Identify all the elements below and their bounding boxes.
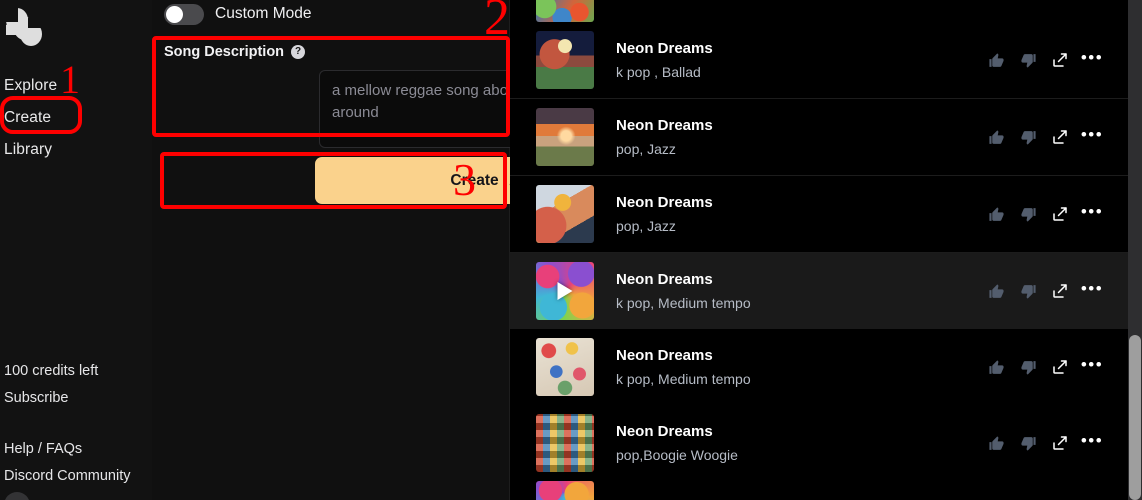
share-icon[interactable] — [1044, 123, 1076, 151]
song-thumbnail[interactable] — [536, 262, 594, 320]
thumbs-up-icon[interactable] — [980, 46, 1012, 74]
more-options-icon[interactable]: ••• — [1076, 123, 1108, 151]
song-title: Neon Dreams — [616, 270, 713, 288]
create-button-label: Create — [450, 171, 499, 189]
row-actions: ••• — [980, 46, 1108, 74]
subscribe-link[interactable]: Subscribe — [0, 385, 152, 412]
song-thumbnail — [536, 481, 594, 500]
thumbs-up-icon[interactable] — [980, 200, 1012, 228]
share-icon[interactable] — [1044, 353, 1076, 381]
thumbs-down-icon[interactable] — [1012, 123, 1044, 151]
share-icon[interactable] — [1044, 429, 1076, 457]
song-title: Neon Dreams — [616, 116, 713, 134]
left-sidebar: Explore Create Library 100 credits left … — [0, 0, 152, 500]
avatar[interactable] — [4, 492, 30, 500]
song-subtitle: pop, Jazz — [616, 140, 676, 157]
share-icon[interactable] — [1044, 277, 1076, 305]
more-options-icon[interactable]: ••• — [1076, 429, 1108, 457]
song-thumbnail[interactable] — [536, 185, 594, 243]
thumbs-down-icon[interactable] — [1012, 353, 1044, 381]
song-info: Neon Dreams pop,Boogie Woogie — [616, 422, 980, 465]
table-row[interactable]: Neon Dreams k pop , Ballad ••• — [510, 22, 1142, 98]
sidebar-item-create[interactable]: Create — [0, 102, 152, 134]
song-subtitle: k pop, Medium tempo — [616, 294, 751, 311]
song-subtitle: pop, Jazz — [616, 217, 676, 234]
custom-mode-label: Custom Mode — [215, 5, 312, 22]
thumbs-down-icon[interactable] — [1012, 429, 1044, 457]
song-description-label: Song Description — [164, 44, 285, 60]
table-row[interactable]: Neon Dreams k pop, Medium tempo ••• — [510, 329, 1142, 405]
row-actions: ••• — [980, 123, 1108, 151]
song-subtitle: pop,Boogie Woogie — [616, 446, 738, 463]
row-actions: ••• — [980, 353, 1108, 381]
table-row[interactable]: Neon Dreams pop, Jazz ••• — [510, 99, 1142, 175]
song-title: Neon Dreams — [616, 39, 713, 57]
list-item-partial-bottom[interactable] — [510, 481, 1142, 500]
help-circle-icon[interactable]: ? — [291, 45, 306, 59]
song-info: Neon Dreams k pop , Ballad — [616, 39, 980, 82]
discord-community-link[interactable]: Discord Community — [0, 463, 152, 490]
sidebar-item-explore[interactable]: Explore — [0, 70, 152, 102]
table-row[interactable]: Neon Dreams pop,Boogie Woogie ••• — [510, 405, 1142, 481]
song-info: Neon Dreams k pop, Medium tempo — [616, 270, 980, 313]
suno-logo[interactable] — [4, 6, 44, 48]
more-options-icon[interactable]: ••• — [1076, 46, 1108, 74]
song-thumbnail[interactable] — [536, 31, 594, 89]
create-panel: Custom Mode Song Description ? Create ♫ — [152, 0, 655, 500]
custom-mode-toggle[interactable] — [164, 3, 204, 25]
thumbs-down-icon[interactable] — [1012, 277, 1044, 305]
row-actions: ••• — [980, 429, 1108, 457]
list-item-partial-top[interactable] — [510, 0, 1142, 22]
toggle-knob — [166, 5, 183, 23]
song-info: Neon Dreams pop, Jazz — [616, 193, 980, 236]
thumbs-up-icon[interactable] — [980, 277, 1012, 305]
thumbs-up-icon[interactable] — [980, 123, 1012, 151]
sidebar-item-library[interactable]: Library — [0, 134, 152, 166]
song-thumbnail[interactable] — [536, 108, 594, 166]
song-thumbnail[interactable] — [536, 414, 594, 472]
song-list[interactable]: Neon Dreams k pop , Ballad ••• Neon Drea… — [510, 0, 1142, 500]
song-info: Neon Dreams pop, Jazz — [616, 116, 980, 159]
table-row[interactable]: Neon Dreams pop, Jazz ••• — [510, 176, 1142, 252]
help-faqs-link[interactable]: Help / FAQs — [0, 436, 152, 463]
song-thumbnail — [536, 0, 594, 22]
thumbs-down-icon[interactable] — [1012, 200, 1044, 228]
play-icon[interactable] — [557, 282, 573, 300]
table-row[interactable]: Neon Dreams k pop, Medium tempo ••• — [510, 253, 1142, 329]
row-actions: ••• — [980, 277, 1108, 305]
more-options-icon[interactable]: ••• — [1076, 200, 1108, 228]
app-root: Explore Create Library 100 credits left … — [0, 0, 1142, 500]
song-title: Neon Dreams — [616, 422, 713, 440]
page-scrollbar-thumb[interactable] — [1129, 335, 1141, 500]
custom-mode-row: Custom Mode — [164, 3, 311, 25]
sidebar-nav: Explore Create Library — [0, 70, 152, 166]
row-actions: ••• — [980, 200, 1108, 228]
more-options-icon[interactable]: ••• — [1076, 353, 1108, 381]
song-info: Neon Dreams k pop, Medium tempo — [616, 346, 980, 389]
thumbs-up-icon[interactable] — [980, 353, 1012, 381]
thumbs-up-icon[interactable] — [980, 429, 1012, 457]
song-subtitle: k pop , Ballad — [616, 63, 701, 80]
sidebar-bottom-links: 100 credits left Subscribe Help / FAQs D… — [0, 358, 152, 490]
share-icon[interactable] — [1044, 200, 1076, 228]
thumbs-down-icon[interactable] — [1012, 46, 1044, 74]
song-description-header: Song Description ? — [164, 42, 306, 62]
credits-left-label: 100 credits left — [4, 363, 99, 379]
more-options-icon[interactable]: ••• — [1076, 277, 1108, 305]
song-subtitle: k pop, Medium tempo — [616, 370, 751, 387]
song-thumbnail[interactable] — [536, 338, 594, 396]
share-icon[interactable] — [1044, 46, 1076, 74]
song-title: Neon Dreams — [616, 193, 713, 211]
song-title: Neon Dreams — [616, 346, 713, 364]
